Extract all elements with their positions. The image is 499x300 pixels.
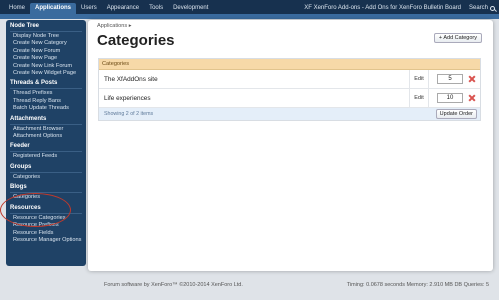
search-icon xyxy=(490,6,495,11)
sidebar-section-groups: Groups Categories xyxy=(10,164,82,181)
sidebar-links: Display Node Tree Create New Category Cr… xyxy=(10,31,82,77)
sidebar-item-create-new-page[interactable]: Create New Page xyxy=(10,55,82,62)
delete-icon[interactable] xyxy=(468,75,476,83)
sidebar-item-attachment-browser[interactable]: Attachment Browser xyxy=(10,126,82,133)
sidebar-links: Registered Feeds xyxy=(10,151,82,160)
tab-home[interactable]: Home xyxy=(4,3,30,14)
sidebar-item-thread-reply-bans[interactable]: Thread Reply Bans xyxy=(10,98,82,105)
top-right-area: XF XenForo Add-ons - Add Ons for XenForo… xyxy=(304,3,495,14)
sidebar-heading: Node Tree xyxy=(10,23,40,29)
table-header: Categories xyxy=(99,59,480,70)
tab-users[interactable]: Users xyxy=(76,3,102,14)
sidebar-heading: Blogs xyxy=(10,184,27,191)
footer-copyright: Forum software by XenForo™ ©2010-2014 Xe… xyxy=(104,282,243,288)
footer-timing: Timing: 0.0678 seconds Memory: 2.910 MB … xyxy=(346,282,489,288)
sidebar-heading: Groups xyxy=(10,163,32,170)
table-footer: Showing 2 of 2 items Update Order xyxy=(99,108,480,120)
sidebar-item-create-new-category[interactable]: Create New Category xyxy=(10,40,82,47)
category-name-link[interactable]: The XfAddOns site xyxy=(104,76,158,83)
sidebar-item-groups-categories[interactable]: Categories xyxy=(10,174,82,181)
main-content: Applications ▸ Categories + Add Category… xyxy=(88,20,493,271)
sidebar-section-node-tree: Node Tree Display Node Tree Create New C… xyxy=(10,23,82,77)
table-row: The XfAddOns site Edit 5 xyxy=(99,70,480,89)
search-label: Search xyxy=(468,5,488,11)
sidebar-item-resource-fields[interactable]: Resource Fields xyxy=(10,230,82,237)
highlight-circle-annotation xyxy=(0,193,71,227)
top-nav-inner: Home Applications Users Appearance Tools… xyxy=(4,2,495,14)
sidebar-item-create-new-forum[interactable]: Create New Forum xyxy=(10,48,82,55)
tab-appearance[interactable]: Appearance xyxy=(102,3,144,14)
sidebar-section-feeder: Feeder Registered Feeds xyxy=(10,143,82,160)
sidebar-heading: Attachments xyxy=(10,115,47,122)
category-name-link[interactable]: Life experiences xyxy=(104,95,151,102)
sidebar-heading: Feeder xyxy=(10,143,30,150)
categories-table: Categories The XfAddOns site Edit 5 Life… xyxy=(98,58,481,121)
add-category-button[interactable]: + Add Category xyxy=(433,33,482,43)
sidebar-item-create-new-widget-page[interactable]: Create New Widget Page xyxy=(10,70,82,77)
top-navigation-bar: Home Applications Users Appearance Tools… xyxy=(0,0,499,14)
search-button[interactable]: Search xyxy=(469,3,495,14)
sidebar-item-thread-prefixes[interactable]: Thread Prefixes xyxy=(10,90,82,97)
sidebar-item-resource-manager-options[interactable]: Resource Manager Options xyxy=(10,237,82,244)
table-row: Life experiences Edit 10 xyxy=(99,89,480,108)
sidebar-item-batch-update-threads[interactable]: Batch Update Threads xyxy=(10,105,82,112)
sidebar-links: Thread Prefixes Thread Reply Bans Batch … xyxy=(10,88,82,112)
sub-navigation-bar xyxy=(0,14,499,19)
edit-button[interactable]: Edit xyxy=(409,70,429,88)
update-order-button[interactable]: Update Order xyxy=(435,109,477,119)
tab-tools[interactable]: Tools xyxy=(144,3,168,14)
item-count-text: Showing 2 of 2 items xyxy=(104,111,154,117)
sidebar-section-threads-posts: Threads & Posts Thread Prefixes Thread R… xyxy=(10,80,82,112)
sidebar-links: Categories xyxy=(10,171,82,181)
tab-applications[interactable]: Applications xyxy=(30,3,77,14)
sidebar-links: Attachment Browser Attachment Options xyxy=(10,123,82,141)
tab-development[interactable]: Development xyxy=(168,3,213,14)
edit-button[interactable]: Edit xyxy=(409,89,429,107)
sidebar-item-create-new-link-forum[interactable]: Create New Link Forum xyxy=(10,63,82,70)
delete-icon[interactable] xyxy=(468,94,476,102)
page-title: Categories xyxy=(97,32,175,49)
display-order-input[interactable]: 5 xyxy=(437,74,463,84)
breadcrumb[interactable]: Applications ▸ xyxy=(97,23,132,29)
board-title-link[interactable]: XF XenForo Add-ons - Add Ons for XenForo… xyxy=(304,3,461,14)
sidebar-item-display-node-tree[interactable]: Display Node Tree xyxy=(10,33,82,40)
sidebar-item-registered-feeds[interactable]: Registered Feeds xyxy=(10,153,82,160)
sidebar-heading: Threads & Posts xyxy=(10,80,58,87)
sidebar-section-attachments: Attachments Attachment Browser Attachmen… xyxy=(10,116,82,141)
display-order-input[interactable]: 10 xyxy=(437,93,463,103)
sidebar: Node Tree Display Node Tree Create New C… xyxy=(6,20,86,266)
sidebar-item-attachment-options[interactable]: Attachment Options xyxy=(10,133,82,140)
